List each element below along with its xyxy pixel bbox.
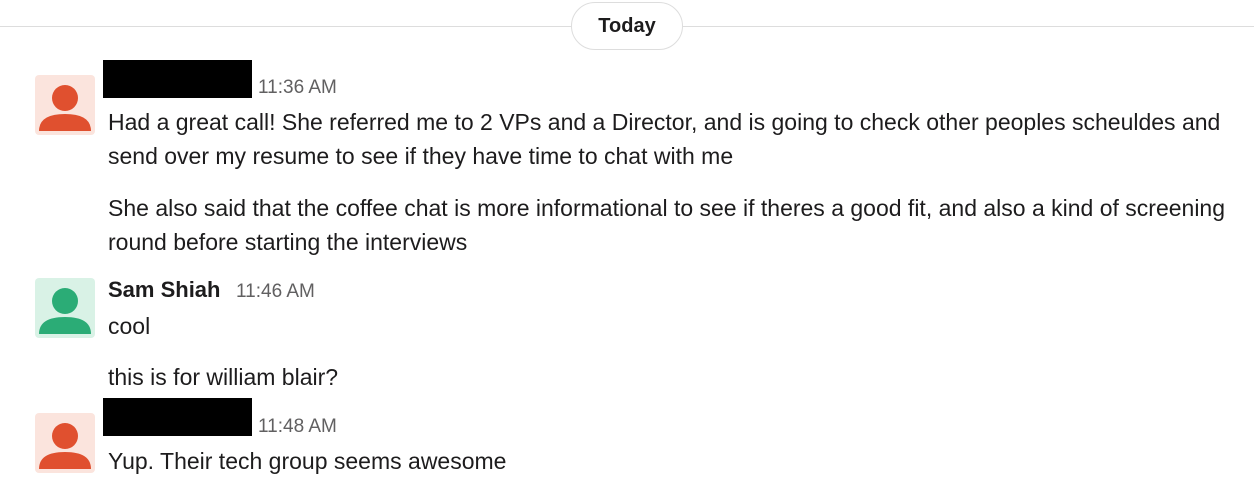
- sender-name[interactable]: Sam Shiah: [108, 277, 220, 303]
- person-icon: [39, 85, 91, 131]
- message-text: Yup. Their tech group seems awesome: [108, 448, 507, 474]
- person-icon: [39, 288, 91, 334]
- message-text: cool: [108, 313, 151, 339]
- date-divider-label: Today: [598, 14, 656, 37]
- redacted-sender-name: [103, 398, 252, 436]
- message-text: this is for william blair?: [108, 364, 339, 390]
- avatar[interactable]: [35, 75, 95, 135]
- date-divider-pill[interactable]: Today: [571, 2, 683, 50]
- person-icon: [39, 423, 91, 469]
- avatar[interactable]: [35, 413, 95, 473]
- message-timestamp[interactable]: 11:46 AM: [236, 280, 315, 304]
- message-text: She also said that the coffee chat is mo…: [108, 195, 1226, 255]
- message-timestamp[interactable]: 11:36 AM: [258, 76, 337, 100]
- redacted-sender-name: [103, 60, 252, 98]
- avatar[interactable]: [35, 278, 95, 338]
- message-text: Had a great call! She referred me to 2 V…: [108, 109, 1221, 169]
- message-timestamp[interactable]: 11:48 AM: [258, 415, 337, 439]
